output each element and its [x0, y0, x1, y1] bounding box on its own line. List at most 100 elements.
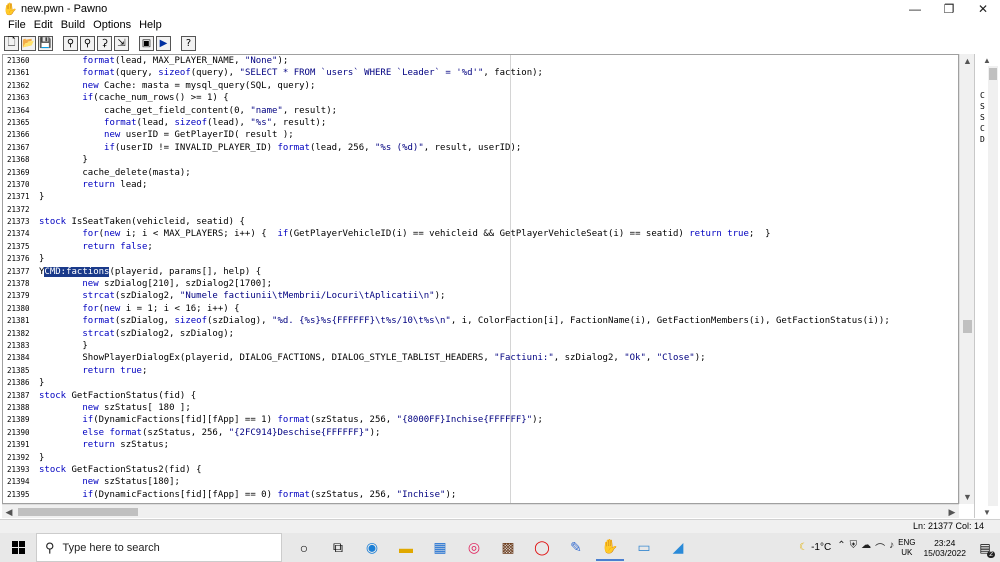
menu-help[interactable]: Help	[135, 19, 166, 31]
code-line[interactable]: 21375 return false;	[3, 241, 958, 253]
code-line[interactable]: 21366 new userID = GetPlayerID( result )…	[3, 129, 958, 141]
code-line[interactable]: 21361 format(query, sizeof(query), "SELE…	[3, 67, 958, 79]
code-line[interactable]: 21378 new szDialog[210], szDialog2[1700]…	[3, 278, 958, 290]
start-button[interactable]	[0, 533, 36, 562]
code-line[interactable]: 21389 if(DynamicFactions[fid][fApp] == 1…	[3, 414, 958, 426]
code-line[interactable]: 21383 }	[3, 340, 958, 352]
open-file-button[interactable]: 📂	[21, 36, 36, 51]
clock[interactable]: 23:24 15/03/2022	[923, 538, 966, 558]
input-language[interactable]: ENG UK	[898, 538, 915, 558]
replace-button[interactable]: ⚳	[97, 36, 112, 51]
scroll-up-icon[interactable]: ▲	[960, 54, 975, 68]
code-line[interactable]: 21382 strcat(szDialog2, szDialog);	[3, 328, 958, 340]
code-line[interactable]: 21368 }	[3, 154, 958, 166]
edge-icon[interactable]: ◉	[358, 535, 386, 561]
opera-gx-icon[interactable]: ◎	[460, 535, 488, 561]
weather-widget[interactable]: ☾ -1°C	[799, 542, 831, 553]
minimize-button[interactable]: —	[898, 0, 932, 17]
code-line[interactable]: 21365 format(lead, sizeof(lead), "%s", r…	[3, 117, 958, 129]
run-button[interactable]: ▶	[156, 36, 171, 51]
code-line[interactable]: 21362 new Cache: masta = mysql_query(SQL…	[3, 80, 958, 92]
help-button[interactable]: ?	[181, 36, 196, 51]
paint-icon[interactable]: ✎	[562, 535, 590, 561]
code-line[interactable]: 21381 format(szDialog, sizeof(szDialog),…	[3, 315, 958, 327]
menu-build[interactable]: Build	[57, 19, 89, 31]
function-list-item[interactable]: S	[980, 112, 985, 123]
code-line[interactable]: 21388 new szStatus[ 180 ];	[3, 402, 958, 414]
find-next-button[interactable]: ⚲	[80, 36, 95, 51]
vertical-scroll-thumb[interactable]	[963, 320, 972, 333]
cloud-app-icon[interactable]: ◢	[664, 535, 692, 561]
status-bar: Ln: 21377 Col: 14	[0, 519, 1000, 533]
function-list-item[interactable]: C	[980, 90, 985, 101]
panel-scroll-down-icon[interactable]: ▼	[975, 506, 999, 518]
game-app-icon[interactable]: ▩	[494, 535, 522, 561]
panel-scroll-up-icon[interactable]: ▲	[975, 54, 999, 66]
title-bar[interactable]: ✋ new.pwn - Pawno — ❐ ✕	[0, 0, 1000, 17]
code-line[interactable]: 21360 format(lead, MAX_PLAYER_NAME, "Non…	[3, 55, 958, 67]
code-line[interactable]: 21370 return lead;	[3, 179, 958, 191]
menu-file[interactable]: File	[4, 19, 30, 31]
code-line[interactable]: 21385 return true;	[3, 365, 958, 377]
code-line[interactable]: 21371}	[3, 191, 958, 203]
code-line[interactable]: 21377 YCMD:factions(playerid, params[], h…	[3, 266, 958, 278]
store-icon[interactable]: ▦	[426, 535, 454, 561]
window-app-icon[interactable]: ▭	[630, 535, 658, 561]
function-list-item[interactable]: S	[980, 101, 985, 112]
code-line[interactable]: 21390 else format(szStatus, 256, "{2FC91…	[3, 427, 958, 439]
panel-scroll-track[interactable]	[988, 66, 998, 506]
file-explorer-icon[interactable]: ▬	[392, 535, 420, 561]
code-line[interactable]: 21380 for(new i = 1; i < 16; i++) {	[3, 303, 958, 315]
code-line[interactable]: 21363 if(cache_num_rows() >= 1) {	[3, 92, 958, 104]
compile-button[interactable]: ▣	[139, 36, 154, 51]
show-hidden-icons-icon[interactable]: ⌃	[837, 540, 845, 555]
security-icon[interactable]: ⛨	[850, 540, 858, 555]
code-line[interactable]: 21384 ShowPlayerDialogEx(playerid, DIALO…	[3, 352, 958, 364]
code-line[interactable]: 21374 for(new i; i < MAX_PLAYERS; i++) {…	[3, 228, 958, 240]
code-lines: 21360 format(lead, MAX_PLAYER_NAME, "Non…	[3, 55, 958, 501]
close-button[interactable]: ✕	[966, 0, 1000, 17]
code-line[interactable]: 21376}	[3, 253, 958, 265]
find-button[interactable]: ⚲	[63, 36, 78, 51]
code-line[interactable]: 21364 cache_get_field_content(0, "name",…	[3, 105, 958, 117]
menu-options[interactable]: Options	[89, 19, 135, 31]
code-line[interactable]: 21393 stock GetFactionStatus2(fid) {	[3, 464, 958, 476]
cortana-icon[interactable]: ○	[290, 535, 318, 561]
code-line[interactable]: 21373 stock IsSeatTaken(vehicleid, seatid…	[3, 216, 958, 228]
opera-icon[interactable]: ◯	[528, 535, 556, 561]
scroll-left-icon[interactable]: ◀	[2, 505, 16, 519]
window-controls: — ❐ ✕	[898, 0, 1000, 17]
editor-vertical-scrollbar[interactable]: ▲ ▼	[959, 54, 974, 504]
scroll-down-icon[interactable]: ▼	[960, 490, 975, 504]
code-line[interactable]: 21372	[3, 204, 958, 216]
code-line[interactable]: 21379 strcat(szDialog2, "Numele factiuni…	[3, 290, 958, 302]
scroll-right-icon[interactable]: ▶	[945, 505, 959, 519]
editor-horizontal-scrollbar[interactable]: ◀ ▶	[2, 504, 959, 518]
code-line[interactable]: 21386}	[3, 377, 958, 389]
function-list-item[interactable]: C	[980, 123, 985, 134]
code-line[interactable]: 21392}	[3, 452, 958, 464]
function-list-item[interactable]: D	[980, 134, 985, 145]
volume-icon[interactable]: ♪	[889, 540, 894, 555]
code-line[interactable]: 21387 stock GetFactionStatus(fid) {	[3, 390, 958, 402]
menu-edit[interactable]: Edit	[30, 19, 57, 31]
save-file-button[interactable]: 💾	[38, 36, 53, 51]
new-file-button[interactable]: 🗋	[4, 36, 19, 51]
code-line[interactable]: 21367 if(userID != INVALID_PLAYER_ID) fo…	[3, 142, 958, 154]
restore-button[interactable]: ❐	[932, 0, 966, 17]
code-line[interactable]: 21394 new szStatus[180];	[3, 476, 958, 488]
onedrive-icon[interactable]: ☁	[861, 540, 871, 555]
goto-line-button[interactable]: ⇲	[114, 36, 129, 51]
code-line[interactable]: 21391 return szStatus;	[3, 439, 958, 451]
taskbar-search-box[interactable]: ⚲ Type here to search	[36, 533, 282, 562]
notification-center-button[interactable]: ▤ 2	[974, 537, 996, 559]
task-view-icon[interactable]: ⧉	[324, 535, 352, 561]
network-icon[interactable]: ⌒	[875, 540, 885, 555]
panel-scroll-thumb[interactable]	[989, 68, 997, 80]
code-editor[interactable]: 21360 format(lead, MAX_PLAYER_NAME, "Non…	[2, 54, 959, 504]
horizontal-scroll-thumb[interactable]	[18, 508, 138, 516]
code-line[interactable]: 21395 if(DynamicFactions[fid][fApp] == 0…	[3, 489, 958, 501]
line-number: 21374	[7, 229, 30, 239]
pawno-icon[interactable]: ✋	[596, 535, 624, 561]
code-line[interactable]: 21369 cache_delete(masta);	[3, 167, 958, 179]
